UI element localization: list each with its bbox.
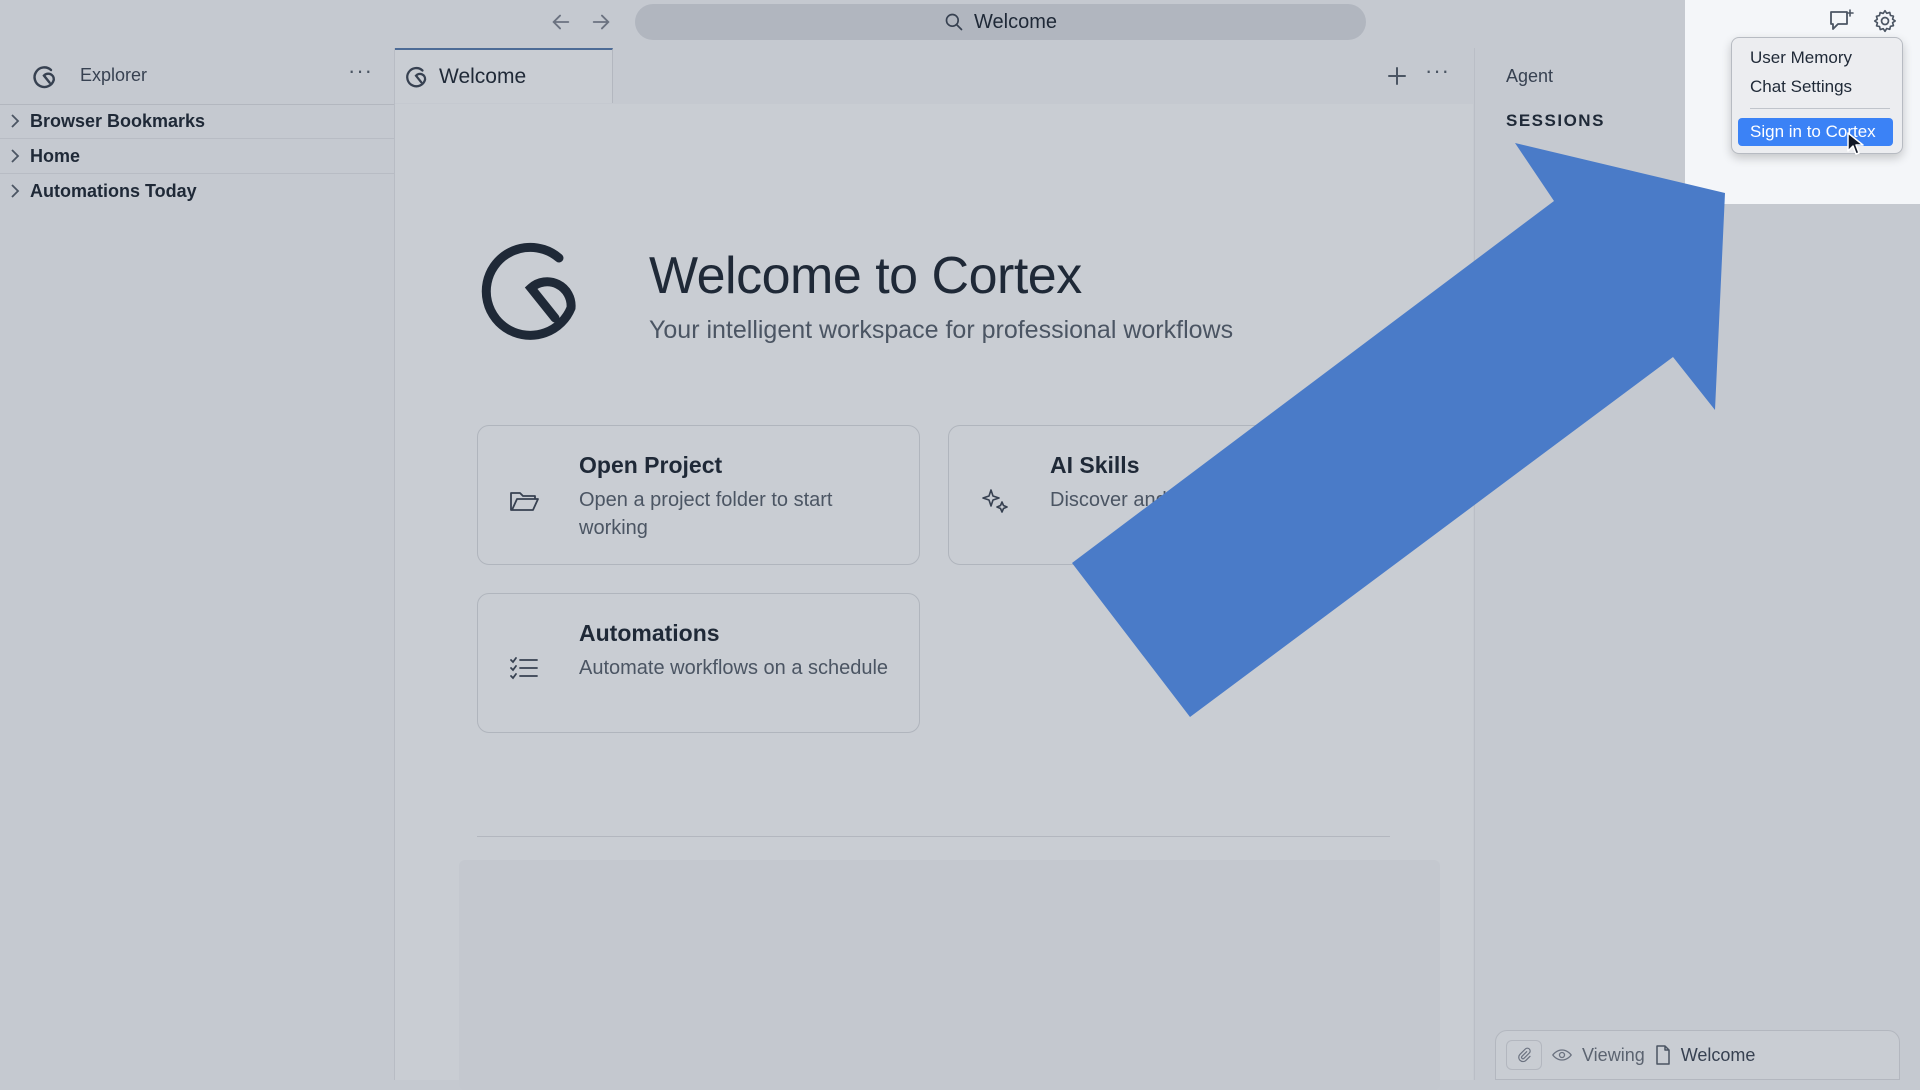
search-text: Welcome: [974, 10, 1057, 33]
card-description: Automate workflows on a schedule: [579, 657, 889, 679]
open-project-card[interactable]: Open Project Open a project folder to st…: [477, 425, 920, 565]
tree-item-label: Automations Today: [30, 180, 197, 201]
search-icon: [945, 13, 963, 31]
agent-title: Agent: [1506, 66, 1554, 86]
welcome-page: Welcome to Cortex Your intelligent works…: [395, 104, 1473, 1090]
menu-divider: [1750, 108, 1890, 109]
menu-item-chat-settings[interactable]: Chat Settings: [1750, 77, 1852, 97]
automations-card[interactable]: Automations Automate workflows on a sche…: [477, 593, 920, 733]
chevron-right-icon: [0, 148, 30, 164]
tree-item-label: Browser Bookmarks: [30, 110, 206, 131]
tab-welcome[interactable]: Welcome: [395, 48, 613, 103]
cortex-logo-icon: [481, 242, 576, 340]
more-options-icon[interactable]: ···: [348, 58, 373, 84]
status-bar: Viewing Welcome: [1495, 1030, 1900, 1080]
chevron-right-icon: [0, 113, 30, 129]
card-title: AI Skills: [1050, 452, 1140, 478]
forward-button[interactable]: [585, 6, 617, 38]
tab-label: Welcome: [439, 64, 527, 88]
sessions-heading: SESSIONS: [1506, 111, 1605, 130]
viewing-label: Viewing: [1582, 1044, 1645, 1065]
chevron-right-icon: [0, 183, 30, 199]
sparkle-icon: [982, 489, 1008, 513]
card-description: Open a project folder to start working: [579, 489, 833, 539]
menu-item-user-memory[interactable]: User Memory: [1750, 48, 1852, 68]
sidebar-header: Explorer ···: [0, 48, 394, 105]
divider: [477, 836, 1390, 837]
sidebar-title: Explorer: [80, 65, 148, 85]
recent-panel: [459, 860, 1440, 1090]
plus-icon[interactable]: [1385, 64, 1409, 88]
top-bar: Welcome: [0, 0, 1685, 48]
ai-skills-card[interactable]: AI Skills Discover and use AI-powered sk…: [948, 425, 1391, 565]
agent-panel: Agent SESSIONS: [1474, 48, 1685, 1080]
search-bar[interactable]: Welcome: [635, 4, 1366, 40]
gear-icon[interactable]: [1872, 8, 1898, 34]
paperclip-icon[interactable]: [1506, 1040, 1542, 1070]
tab-more-icon[interactable]: ···: [1425, 58, 1450, 84]
viewing-document: Welcome: [1680, 1044, 1756, 1065]
hero-title: Welcome to Cortex: [649, 247, 1082, 305]
tree-item-browser-bookmarks[interactable]: Browser Bookmarks: [0, 104, 394, 139]
card-description: Discover and use AI-powered skills: [1050, 489, 1361, 511]
cortex-logo-icon: [33, 66, 56, 89]
menu-item-sign-in[interactable]: Sign in to Cortex: [1738, 118, 1893, 146]
card-title: Automations: [579, 620, 720, 646]
tree-item-home[interactable]: Home: [0, 139, 394, 174]
eye-icon: [1552, 1049, 1572, 1061]
arrow-right-icon: [592, 14, 610, 30]
cortex-logo-icon: [406, 66, 427, 87]
card-title: Open Project: [579, 452, 723, 478]
tree-item-label: Home: [30, 145, 81, 166]
tree-item-automations-today[interactable]: Automations Today: [0, 174, 394, 208]
folder-open-icon: [510, 492, 539, 511]
mouse-cursor-icon: [1847, 132, 1864, 155]
sidebar: Explorer ··· Browser Bookmarks Home Auto…: [0, 48, 395, 1080]
list-check-icon: [510, 657, 538, 680]
document-icon: [1655, 1045, 1670, 1065]
back-button[interactable]: [545, 6, 577, 38]
arrow-left-icon: [552, 14, 570, 30]
hero-subtitle: Your intelligent workspace for professio…: [649, 316, 1234, 344]
new-chat-icon[interactable]: [1828, 8, 1856, 34]
settings-menu: User Memory Chat Settings Sign in to Cor…: [1731, 37, 1903, 154]
right-panel: [1685, 0, 1920, 1080]
tab-bar: Welcome ···: [395, 48, 1473, 104]
